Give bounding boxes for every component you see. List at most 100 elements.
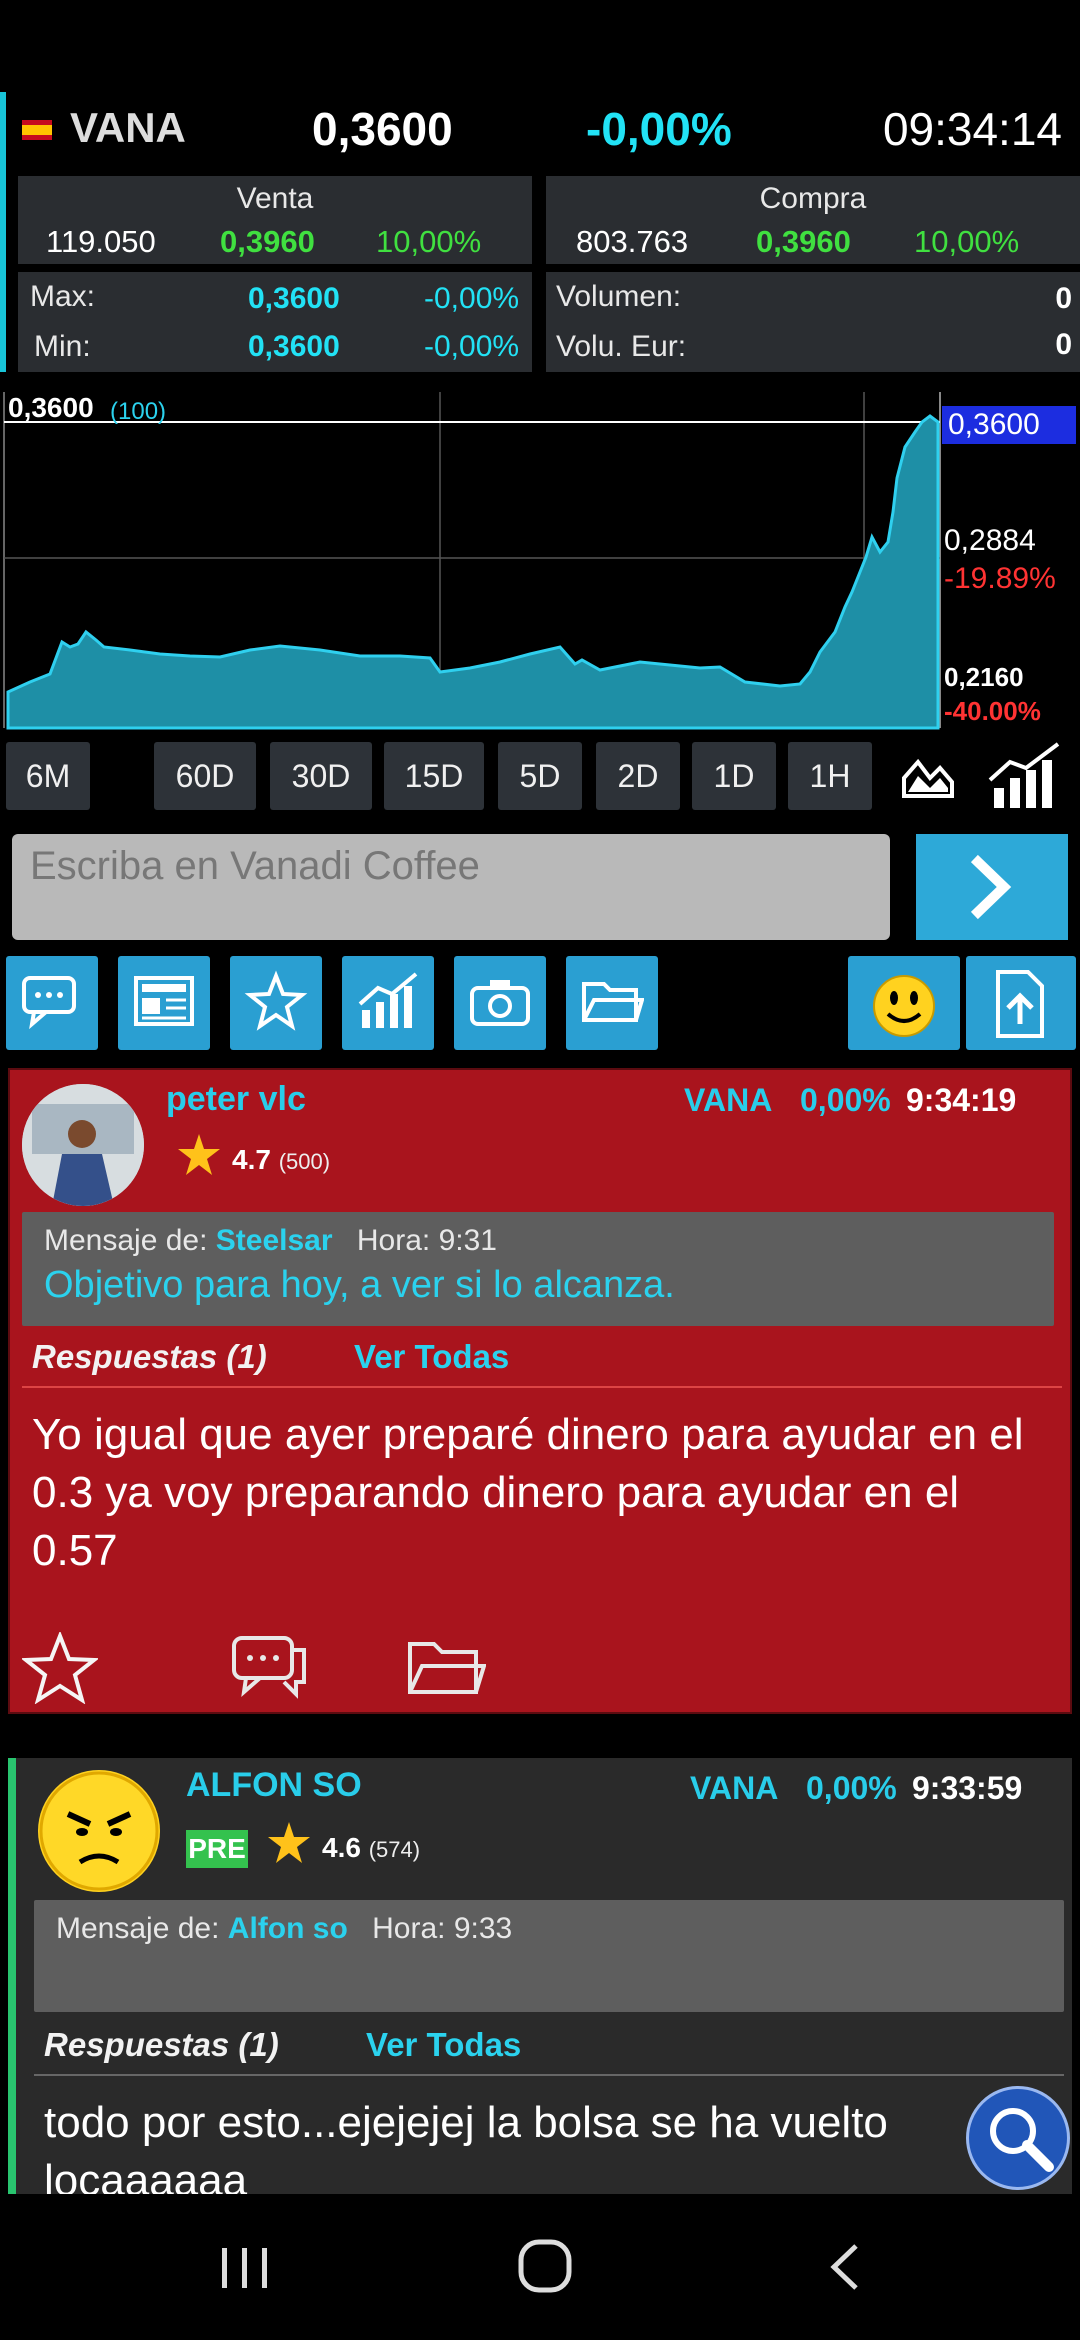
- compra-title: Compra: [759, 182, 867, 215]
- save-folder-icon[interactable]: [406, 1636, 487, 1705]
- venta-pct: 10,00%: [376, 224, 482, 259]
- camera-button[interactable]: [454, 956, 546, 1050]
- back-icon[interactable]: [826, 2242, 866, 2297]
- compra-box: Compra 803.763 0,3960 10,00%: [546, 176, 1080, 264]
- ticker-symbol[interactable]: VANA: [70, 104, 186, 152]
- magnifier-icon: [990, 2108, 1054, 2172]
- period-5d[interactable]: 5D: [498, 742, 582, 810]
- max-value: 0,3600: [248, 282, 340, 315]
- ticker-change: -0,00%: [586, 103, 732, 155]
- max-label: Max:: [30, 280, 96, 313]
- compra-price: 0,3960: [756, 224, 851, 259]
- period-1d[interactable]: 1D: [692, 742, 776, 810]
- folder-button[interactable]: [566, 956, 658, 1050]
- min-value: 0,3600: [248, 330, 340, 363]
- reply-chat-icon[interactable]: [230, 1632, 310, 1707]
- post-pct: 0,00%: [800, 1082, 891, 1118]
- news-button[interactable]: [118, 956, 210, 1050]
- send-button[interactable]: [916, 834, 1068, 940]
- volu-eur-value: 0: [1055, 328, 1072, 361]
- quote-time: Hora: 9:33: [372, 1912, 513, 1945]
- avatar[interactable]: [38, 1770, 160, 1892]
- floating-search-button[interactable]: [966, 2086, 1070, 2190]
- post-body: todo por esto...ejejejej la bolsa se ha …: [44, 2098, 888, 2194]
- rating-star-icon: [266, 1820, 312, 1871]
- period-2d[interactable]: 2D: [596, 742, 680, 810]
- venta-price: 0,3960: [220, 224, 315, 259]
- post-rating: 4.7 (500): [232, 1144, 330, 1176]
- favorite-star-icon[interactable]: [20, 1630, 100, 1709]
- post-body: Yo igual que ayer preparé dinero para ay…: [32, 1410, 1024, 1575]
- emoji-button[interactable]: [848, 956, 960, 1050]
- favorites-button[interactable]: [230, 956, 322, 1050]
- rating-value: 4.7: [232, 1144, 271, 1175]
- quote-prefix: Mensaje de:: [44, 1224, 208, 1257]
- post-author[interactable]: peter vlc: [166, 1080, 306, 1119]
- replies-label[interactable]: Respuestas (1): [44, 2026, 279, 2064]
- post-divider: [34, 2074, 1064, 2076]
- rating-star-icon: [176, 1132, 222, 1183]
- rating-count: (500): [278, 1149, 331, 1174]
- avatar[interactable]: [22, 1084, 144, 1206]
- min-label: Min:: [34, 330, 91, 363]
- post-divider: [22, 1386, 1062, 1388]
- post-card[interactable]: peter vlc VANA 0,00% 9:34:19 4.7 (500) M…: [8, 1068, 1072, 1714]
- quote-prefix: Mensaje de:: [56, 1912, 220, 1945]
- period-60d[interactable]: 60D: [154, 742, 256, 810]
- folder-icon: [582, 982, 644, 1022]
- view-all-link[interactable]: Ver Todas: [354, 1338, 509, 1376]
- chart-button[interactable]: [342, 956, 434, 1050]
- premium-badge: PRE: [186, 1830, 248, 1868]
- chevron-right-icon: [970, 854, 1012, 920]
- post-rating: 4.6 (574): [322, 1832, 420, 1864]
- replies-label[interactable]: Respuestas (1): [32, 1338, 267, 1376]
- quote-header: Mensaje de: Alfon so Hora: 9:33: [56, 1912, 512, 1946]
- venta-box: Venta 119.050 0,3960 10,00%: [18, 176, 532, 264]
- compra-qty: 803.763: [576, 224, 689, 259]
- volumen-label: Volumen:: [556, 280, 682, 313]
- post-time: 9:34:19: [906, 1082, 1017, 1118]
- post-symbol[interactable]: VANA: [690, 1770, 778, 1807]
- period-6m[interactable]: 6M: [6, 742, 90, 810]
- chat-button[interactable]: [6, 956, 98, 1050]
- chart-level-mid-pct: -19.89%: [944, 562, 1056, 595]
- post-pct: 0,00%: [806, 1770, 897, 1806]
- post-card[interactable]: ALFON SO VANA 0,00% 9:33:59 PRE 4.6 (574…: [8, 1758, 1072, 2198]
- rating-count: (574): [368, 1837, 421, 1862]
- post-symbol[interactable]: VANA: [684, 1082, 772, 1119]
- upload-button[interactable]: [966, 956, 1076, 1050]
- recent-apps-icon[interactable]: [220, 2246, 270, 2295]
- system-nav-bar: [0, 2194, 1080, 2340]
- post-time: 9:33:59: [912, 1770, 1023, 1806]
- price-chart[interactable]: 0,3600 (100) 0,3600 0,2884 -19.89% 0,216…: [0, 392, 1080, 732]
- ticker-time: 09:34:14: [882, 103, 1062, 155]
- chart-level-low: 0,2160: [944, 662, 1024, 692]
- period-30d[interactable]: 30D: [270, 742, 372, 810]
- quote-time: Hora: 9:31: [356, 1224, 497, 1257]
- chart-top-label: 0,3600: [8, 392, 94, 423]
- ticker-price: 0,3600: [312, 103, 453, 155]
- message-input[interactable]: Escriba en Vanadi Coffee: [12, 834, 890, 940]
- camera-icon: [470, 980, 530, 1026]
- view-all-link[interactable]: Ver Todas: [366, 2026, 521, 2064]
- venta-qty: 119.050: [46, 224, 156, 259]
- avatar-image: [22, 1084, 144, 1206]
- period-15d[interactable]: 15D: [384, 742, 484, 810]
- home-icon[interactable]: [516, 2238, 576, 2301]
- chart-svg: [0, 392, 941, 732]
- news-icon: [134, 976, 194, 1026]
- post-author[interactable]: ALFON SO: [186, 1766, 362, 1805]
- period-1h[interactable]: 1H: [788, 742, 872, 810]
- volumen-value: 0: [1055, 282, 1072, 315]
- chart-price-badge: 0,3600: [942, 406, 1076, 444]
- star-icon: [244, 970, 308, 1031]
- area-chart-toggle-icon[interactable]: [900, 748, 956, 809]
- accent-bar: [0, 92, 6, 372]
- indicators-toggle-icon[interactable]: [986, 740, 1066, 817]
- smiley-icon: [873, 975, 935, 1037]
- quoted-message[interactable]: Mensaje de: Steelsar Hora: 9:31 Objetivo…: [22, 1212, 1054, 1326]
- quote-author[interactable]: Steelsar: [216, 1224, 333, 1257]
- quote-author[interactable]: Alfon so: [228, 1912, 348, 1945]
- quoted-message[interactable]: Mensaje de: Alfon so Hora: 9:33: [34, 1900, 1064, 2012]
- quote-header: Mensaje de: Steelsar Hora: 9:31: [44, 1224, 497, 1258]
